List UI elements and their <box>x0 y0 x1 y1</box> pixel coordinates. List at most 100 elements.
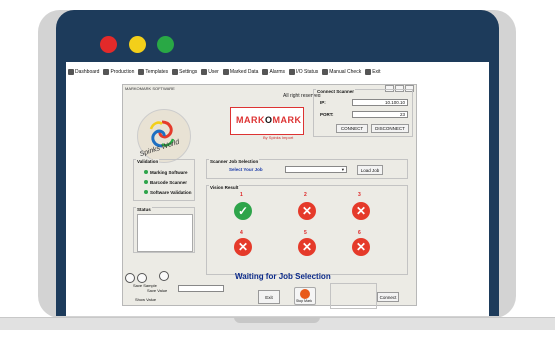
menu-item-settings[interactable]: Settings <box>172 69 197 75</box>
cam-fail-icon: ✕ <box>234 238 252 256</box>
menu-label: Marked Data <box>229 69 259 75</box>
app-title: MARKOMARK SOFTWARE <box>125 86 175 91</box>
validation-label: Barcode Scanner <box>150 180 188 185</box>
menu-label: Templates <box>145 69 169 75</box>
status-dot-icon <box>144 180 148 184</box>
cam-fail-icon: ✕ <box>298 238 316 256</box>
cam-number: 4 <box>240 230 243 236</box>
menu-item-alarms[interactable]: Alarms <box>262 69 285 75</box>
window-titlebar <box>56 10 499 60</box>
job-selection-group: Scanner Job Selection Select Your Job ▾ … <box>206 159 408 179</box>
browser-window: Dashboard Production Templates Settings … <box>56 10 499 316</box>
stop-label: Stop Mark <box>296 299 312 303</box>
cam-fail-icon: ✕ <box>352 202 370 220</box>
cam-number: 2 <box>304 192 307 198</box>
disconnect-button[interactable]: DISCONNECT <box>371 124 409 133</box>
cam-fail-icon: ✕ <box>298 202 316 220</box>
menu-bar: Dashboard Production Templates Settings … <box>66 64 489 80</box>
manual-check-icon <box>322 69 329 75</box>
cam-number: 5 <box>304 230 307 236</box>
vision-result-group: Vision Result 1 ✓ 2 ✕ 3 ✕ 4 ✕ 5 ✕ 6 ✕ <box>206 185 408 275</box>
stop-icon <box>300 289 310 299</box>
maximize-window-button[interactable] <box>157 36 174 53</box>
cam-ok-icon: ✓ <box>234 202 252 220</box>
brand-mid: O <box>265 115 273 125</box>
port-label: PORT: <box>320 112 334 117</box>
marked-data-icon <box>222 69 229 75</box>
port-field[interactable]: 23 <box>352 111 408 118</box>
ip-field[interactable]: 10.100.10 <box>352 99 408 106</box>
validation-group: Validation Marking Software Barcode Scan… <box>133 159 195 201</box>
job-title: Scanner Job Selection <box>209 159 260 164</box>
show-value-label: Show Value <box>135 297 157 302</box>
menu-item-manual-check[interactable]: Manual Check <box>322 69 361 75</box>
validation-item: Marking Software <box>144 170 188 175</box>
save-sample-icon[interactable] <box>125 273 135 283</box>
load-job-button[interactable]: Load Job <box>357 165 383 175</box>
brand-right: MARK <box>272 115 302 125</box>
menu-label: Alarms <box>269 69 285 75</box>
user-icon <box>201 69 208 75</box>
brand-left: MARK <box>236 115 265 125</box>
menu-label: User <box>208 69 219 75</box>
connect-scanner-group: Connect Scanner IP: 10.100.10 PORT: 23 C… <box>313 89 413 137</box>
brand-box: MARKOMARK <box>230 107 304 135</box>
menu-label: Manual Check <box>329 69 362 75</box>
status-group: Status <box>133 207 195 253</box>
brand-name: MARKOMARK <box>236 115 302 125</box>
validation-label: Software Validation <box>150 190 192 195</box>
status-textarea[interactable] <box>137 214 193 252</box>
connect-button-2[interactable]: Connect <box>377 292 399 302</box>
validation-item: Barcode Scanner <box>144 180 188 185</box>
dashboard-icon <box>68 69 74 75</box>
menu-item-marked-data[interactable]: Marked Data <box>222 69 259 75</box>
select-job-label: Select Your Job <box>229 167 263 172</box>
connect-title: Connect Scanner <box>316 89 356 94</box>
menu-item-templates[interactable]: Templates <box>138 69 168 75</box>
exit-icon <box>365 69 372 75</box>
exit-button[interactable]: Exit <box>258 290 280 304</box>
show-value-icon[interactable] <box>159 271 169 281</box>
menu-item-io-status[interactable]: I/O Status <box>289 69 318 75</box>
validation-label: Marking Software <box>150 170 188 175</box>
save-value-icon[interactable] <box>137 273 147 283</box>
alarms-icon <box>262 69 269 75</box>
connect-button[interactable]: CONNECT <box>336 124 368 133</box>
waiting-status: Waiting for Job Selection <box>235 272 331 281</box>
cam-fail-icon: ✕ <box>352 238 370 256</box>
value-input[interactable] <box>178 285 224 292</box>
cam-number: 3 <box>358 192 361 198</box>
menu-item-production[interactable]: Production <box>103 69 134 75</box>
status-dot-icon <box>144 190 148 194</box>
status-title: Status <box>136 207 152 212</box>
templates-icon <box>138 69 145 75</box>
cam-number: 1 <box>240 192 243 198</box>
stop-mark-button[interactable]: Stop Mark <box>294 287 316 305</box>
laptop-notch <box>234 317 320 323</box>
menu-item-dashboard[interactable]: Dashboard <box>68 69 99 75</box>
job-dropdown[interactable]: ▾ <box>285 166 347 173</box>
menu-item-exit[interactable]: Exit <box>365 69 381 75</box>
counter-group <box>330 283 377 309</box>
menu-item-user[interactable]: User <box>201 69 219 75</box>
screen: Dashboard Production Templates Settings … <box>66 62 489 316</box>
io-status-icon <box>289 69 295 75</box>
settings-icon <box>172 69 179 75</box>
production-icon <box>103 69 110 75</box>
ip-label: IP: <box>320 100 326 105</box>
app-window: MARKOMARK SOFTWARE Spinks World All righ… <box>122 84 417 309</box>
menu-label: Exit <box>372 69 381 75</box>
cam-number: 6 <box>358 230 361 236</box>
status-dot-icon <box>144 170 148 174</box>
byline: By Spinks Import <box>263 135 294 140</box>
menu-label: I/O Status <box>296 69 319 75</box>
save-value-label: Save Value <box>147 288 168 293</box>
validation-title: Validation <box>136 159 160 164</box>
validation-item: Software Validation <box>144 190 192 195</box>
vision-title: Vision Result <box>209 185 240 190</box>
menu-label: Production <box>110 69 135 75</box>
menu-label: Dashboard <box>75 69 100 75</box>
minimize-window-button[interactable] <box>129 36 146 53</box>
menu-label: Settings <box>179 69 198 75</box>
close-window-button[interactable] <box>100 36 117 53</box>
